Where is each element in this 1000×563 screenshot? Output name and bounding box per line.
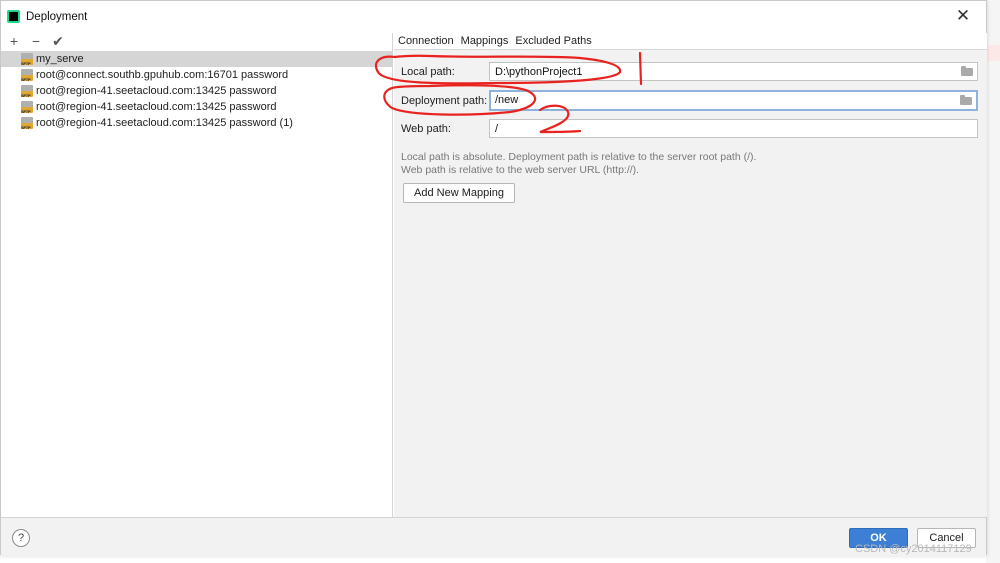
server-list-panel: + − ✔ my_serve root@connect.southb.gpuhu… bbox=[1, 33, 393, 517]
local-path-row: Local path: D:\pythonProject1 bbox=[394, 62, 987, 82]
server-label: my_serve bbox=[36, 53, 84, 65]
close-icon[interactable]: ✕ bbox=[954, 7, 972, 25]
help-line: Local path is absolute. Deployment path … bbox=[401, 151, 757, 163]
dialog-footer: ? OK Cancel bbox=[1, 517, 986, 556]
sftp-server-icon bbox=[21, 101, 33, 114]
server-list: my_serve root@connect.southb.gpuhub.com:… bbox=[1, 51, 392, 131]
local-path-label: Local path: bbox=[401, 66, 455, 78]
add-new-mapping-button[interactable]: Add New Mapping bbox=[403, 183, 515, 203]
server-settings-panel: Connection Mappings Excluded Paths Local… bbox=[394, 33, 987, 517]
server-label: root@region-41.seetacloud.com:13425 pass… bbox=[36, 85, 277, 97]
settings-tabs: Connection Mappings Excluded Paths bbox=[394, 33, 987, 50]
deployment-dialog: Deployment ✕ + − ✔ my_serve root@connect… bbox=[0, 0, 987, 556]
local-path-value: D:\pythonProject1 bbox=[495, 66, 583, 78]
background-window-strip bbox=[986, 0, 1000, 563]
pycharm-icon bbox=[7, 10, 20, 23]
deployment-path-label: Deployment path: bbox=[401, 95, 488, 107]
server-item[interactable]: root@region-41.seetacloud.com:13425 pass… bbox=[1, 99, 392, 115]
server-item-selected[interactable]: my_serve bbox=[1, 51, 392, 67]
web-path-value: / bbox=[495, 123, 499, 135]
server-label: root@connect.southb.gpuhub.com:16701 pas… bbox=[36, 69, 289, 81]
tab-mappings[interactable]: Mappings bbox=[461, 35, 509, 49]
background-highlight bbox=[986, 45, 1000, 61]
sftp-server-icon bbox=[21, 85, 33, 98]
watermark: CSDN @cy2014117129 bbox=[855, 543, 972, 555]
help-line: Web path is relative to the web server U… bbox=[401, 164, 640, 176]
help-icon[interactable]: ? bbox=[12, 529, 30, 547]
folder-icon[interactable] bbox=[960, 95, 972, 105]
deployment-path-row: Deployment path: /new bbox=[394, 90, 987, 111]
tab-excluded-paths[interactable]: Excluded Paths bbox=[515, 35, 591, 49]
sftp-server-icon bbox=[21, 117, 33, 130]
deployment-path-value: /new bbox=[495, 94, 519, 106]
remove-server-button[interactable]: − bbox=[27, 34, 45, 48]
folder-icon[interactable] bbox=[961, 66, 973, 76]
title-bar: Deployment ✕ bbox=[1, 1, 986, 33]
set-default-button[interactable]: ✔ bbox=[49, 34, 67, 48]
web-path-label: Web path: bbox=[401, 123, 451, 135]
server-label: root@region-41.seetacloud.com:13425 pass… bbox=[36, 101, 277, 113]
server-label: root@region-41.seetacloud.com:13425 pass… bbox=[36, 117, 293, 129]
mapping-help-text: Local path is absolute. Deployment path … bbox=[401, 151, 756, 177]
add-server-button[interactable]: + bbox=[5, 34, 23, 48]
server-item[interactable]: root@region-41.seetacloud.com:13425 pass… bbox=[1, 115, 392, 131]
web-path-input[interactable]: / bbox=[489, 119, 978, 138]
server-item[interactable]: root@connect.southb.gpuhub.com:16701 pas… bbox=[1, 67, 392, 83]
server-item[interactable]: root@region-41.seetacloud.com:13425 pass… bbox=[1, 83, 392, 99]
local-path-input[interactable]: D:\pythonProject1 bbox=[489, 62, 978, 81]
server-toolbar: + − ✔ bbox=[1, 33, 392, 49]
window-title: Deployment bbox=[26, 11, 88, 23]
sftp-server-icon bbox=[21, 53, 33, 66]
sftp-server-icon bbox=[21, 69, 33, 82]
deployment-path-input[interactable]: /new bbox=[489, 90, 978, 111]
tab-connection[interactable]: Connection bbox=[398, 35, 454, 49]
web-path-row: Web path: / bbox=[394, 119, 987, 139]
